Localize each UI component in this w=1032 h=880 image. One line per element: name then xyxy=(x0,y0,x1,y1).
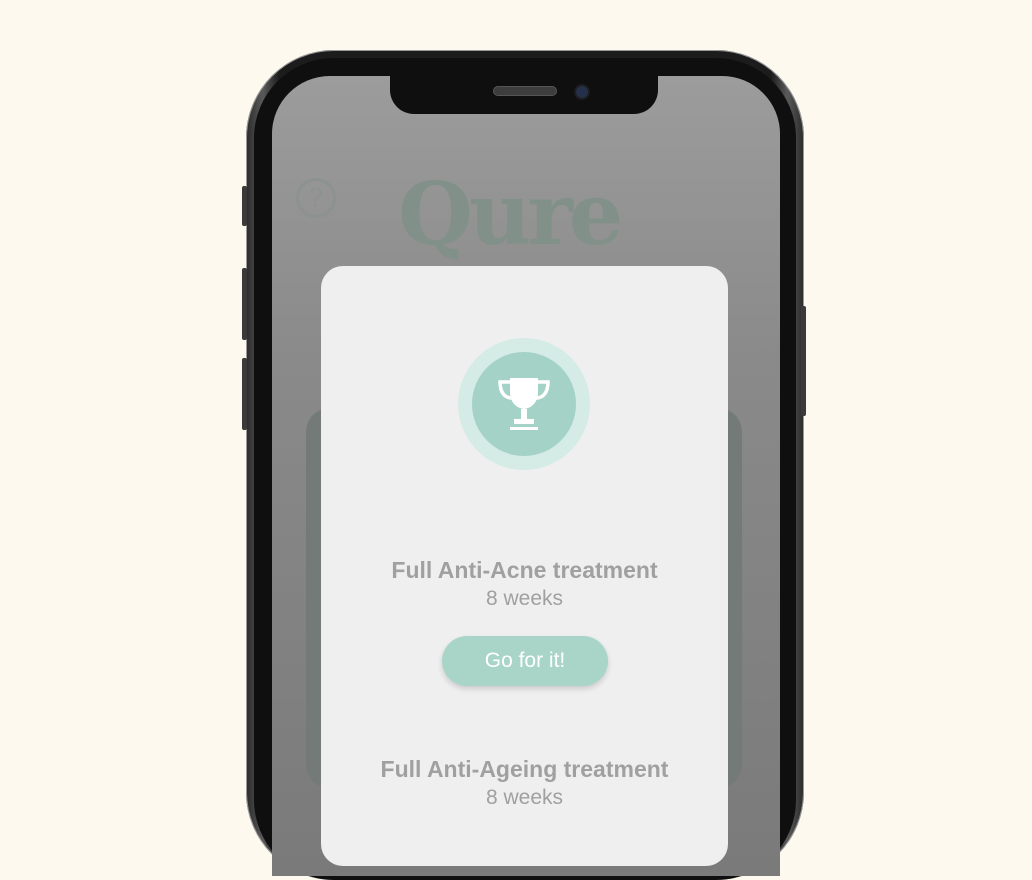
phone-speaker xyxy=(493,86,557,96)
help-icon[interactable]: ? xyxy=(296,178,336,218)
phone-camera xyxy=(576,86,588,98)
trophy-icon xyxy=(498,378,550,430)
go-for-it-button[interactable]: Go for it! xyxy=(442,636,608,686)
treatment-title: Full Anti-Ageing treatment xyxy=(380,756,669,782)
phone-side-button xyxy=(242,186,247,226)
phone-volume-up xyxy=(242,268,247,340)
treatment-duration: 8 weeks xyxy=(485,587,564,610)
treatment-title: Full Anti-Acne treatment xyxy=(391,557,658,583)
phone-volume-down xyxy=(242,358,247,430)
treatment-duration: 8 weeks xyxy=(485,786,564,809)
app-logo: Qure xyxy=(398,164,623,265)
phone-power-button xyxy=(801,306,806,416)
